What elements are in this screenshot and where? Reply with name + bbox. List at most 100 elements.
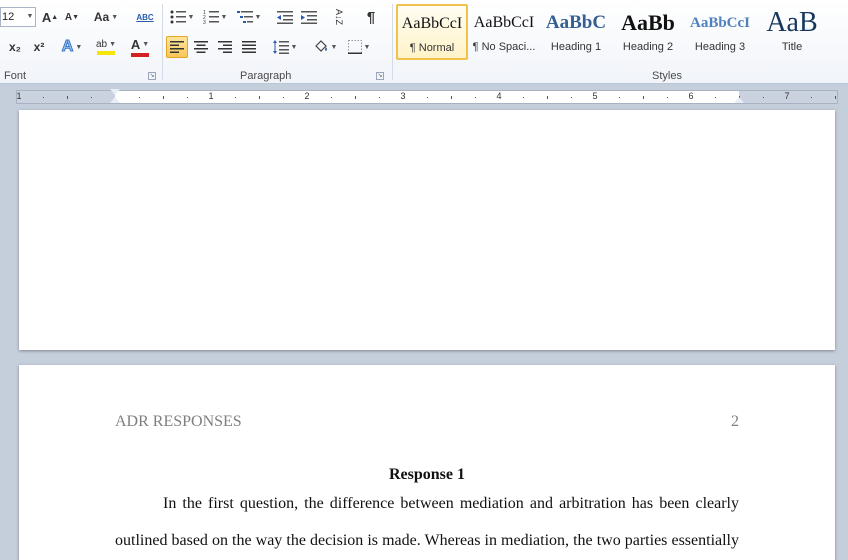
align-right-button[interactable] bbox=[214, 36, 236, 58]
line-spacing-button[interactable]: ▼ bbox=[270, 36, 300, 58]
document-page-1[interactable] bbox=[19, 110, 835, 350]
font-group: 12 ▼ A ▲ A ▼ Aa ▼ ABC x₂ x² A ▼ ab ▼ A ▼… bbox=[0, 0, 160, 84]
clear-formatting-button[interactable]: ABC bbox=[134, 6, 156, 28]
font-size-value: 12 bbox=[2, 11, 15, 23]
borders-button[interactable]: ▼ bbox=[344, 36, 374, 58]
sort-button[interactable]: A↓Z bbox=[328, 6, 350, 28]
highlighter-icon: ab bbox=[95, 39, 108, 50]
decrease-indent-button[interactable] bbox=[274, 6, 296, 28]
horizontal-ruler[interactable]: 1 1 2 3 4 5 6 7 bbox=[16, 89, 838, 104]
change-case-button[interactable]: Aa ▼ bbox=[92, 6, 120, 28]
style-tile[interactable]: AaBbCcI ¶ No Spaci... bbox=[468, 4, 540, 60]
show-hide-marks-button[interactable]: ¶ bbox=[360, 6, 382, 28]
font-dialog-launcher-icon[interactable]: ↘ bbox=[148, 72, 156, 80]
page-number: 2 bbox=[731, 413, 739, 430]
styles-group: AaBbCcI ¶ Normal AaBbCcI ¶ No Spaci... AaBbC… bbox=[394, 0, 848, 84]
font-color-button[interactable]: A ▼ bbox=[124, 36, 156, 58]
style-sample: Ac bbox=[829, 5, 848, 41]
ruler-tick bbox=[43, 97, 44, 98]
style-name: Heading 1 bbox=[550, 41, 602, 53]
group-divider bbox=[392, 4, 393, 80]
ribbon: 12 ▼ A ▲ A ▼ Aa ▼ ABC x₂ x² A ▼ ab ▼ A ▼… bbox=[0, 0, 848, 84]
superscript-icon: x² bbox=[33, 40, 45, 54]
increase-indent-button[interactable] bbox=[298, 6, 320, 28]
style-tile[interactable]: AaB Title bbox=[756, 4, 828, 60]
align-left-button[interactable] bbox=[166, 36, 188, 58]
ruler-number: 1 bbox=[16, 91, 22, 101]
ruler-tick bbox=[715, 97, 716, 98]
numbered-list-icon: 123 bbox=[203, 10, 219, 24]
style-name: Heading 3 bbox=[694, 41, 746, 53]
style-tile[interactable]: AaBbCcI Heading 3 bbox=[684, 4, 756, 60]
pilcrow-icon: ¶ bbox=[366, 8, 376, 26]
subscript-button[interactable]: x₂ bbox=[4, 36, 26, 58]
clear-formatting-icon: ABC bbox=[136, 12, 154, 22]
ruler-number: 7 bbox=[784, 91, 790, 101]
ruler-tick bbox=[451, 96, 452, 99]
ruler-number: 5 bbox=[592, 91, 598, 101]
line-spacing-icon bbox=[272, 40, 289, 54]
style-tile[interactable]: AaBbCcI ¶ Normal bbox=[396, 4, 468, 60]
align-left-icon bbox=[170, 41, 184, 53]
ruler-tick bbox=[427, 97, 428, 98]
body-text-line[interactable]: In the first question, the difference be… bbox=[115, 495, 739, 513]
ruler-number: 6 bbox=[688, 91, 694, 101]
style-name: Title bbox=[781, 41, 803, 53]
subscript-icon: x₂ bbox=[8, 40, 21, 54]
paragraph-dialog-launcher-icon[interactable]: ↘ bbox=[376, 72, 384, 80]
superscript-button[interactable]: x² bbox=[28, 36, 50, 58]
ruler-tick bbox=[667, 97, 668, 98]
font-color-swatch bbox=[131, 53, 149, 57]
ruler-tick bbox=[763, 97, 764, 98]
style-tile[interactable]: AcS bbox=[828, 4, 848, 60]
align-right-icon bbox=[218, 41, 232, 53]
style-sample: AaBb bbox=[621, 10, 675, 35]
style-tile[interactable]: AaBb Heading 2 bbox=[612, 4, 684, 60]
ruler-tick bbox=[259, 96, 260, 99]
font-color-icon: A bbox=[130, 37, 141, 52]
shrink-font-icon: A bbox=[64, 11, 73, 23]
ruler-tick bbox=[523, 97, 524, 98]
grow-font-button[interactable]: A ▲ bbox=[40, 6, 60, 28]
align-center-button[interactable] bbox=[190, 36, 212, 58]
text-effects-icon: A bbox=[61, 38, 74, 56]
response-heading: Response 1 bbox=[388, 466, 465, 483]
right-indent-marker[interactable] bbox=[734, 97, 744, 103]
style-tile[interactable]: AaBbC Heading 1 bbox=[540, 4, 612, 60]
ruler-tick bbox=[331, 97, 332, 98]
style-name: Heading 2 bbox=[622, 41, 674, 53]
change-case-icon: Aa bbox=[93, 10, 110, 24]
shrink-font-button[interactable]: A ▼ bbox=[62, 6, 82, 28]
highlight-button[interactable]: ab ▼ bbox=[90, 36, 122, 58]
align-center-icon bbox=[194, 41, 208, 53]
body-text-line[interactable]: outlined based on the way the decision i… bbox=[115, 532, 739, 550]
hanging-indent-marker[interactable] bbox=[110, 97, 120, 103]
highlight-color-swatch bbox=[97, 51, 115, 55]
chevron-down-icon[interactable]: ▼ bbox=[25, 8, 35, 26]
grow-font-icon: A bbox=[41, 9, 52, 25]
font-size-input[interactable]: 12 ▼ bbox=[0, 7, 36, 27]
numbering-button[interactable]: 1 2 3 ▼ bbox=[200, 6, 230, 28]
justify-icon bbox=[242, 41, 256, 53]
multilevel-list-button[interactable]: ▼ bbox=[234, 6, 264, 28]
ruler-tick bbox=[547, 96, 548, 99]
shading-button[interactable]: ▼ bbox=[310, 36, 340, 58]
style-sample: AaB bbox=[766, 7, 818, 38]
first-line-indent-marker[interactable] bbox=[110, 89, 120, 95]
ruler-tick bbox=[139, 97, 140, 98]
ruler-tick bbox=[187, 97, 188, 98]
style-sample: AaBbC bbox=[545, 12, 607, 33]
ruler-tick bbox=[571, 97, 572, 98]
justify-button[interactable] bbox=[238, 36, 260, 58]
ruler-tick bbox=[91, 97, 92, 98]
increase-indent-icon bbox=[301, 11, 317, 24]
ruler-tick bbox=[811, 97, 812, 98]
bullets-button[interactable]: ▼ bbox=[168, 6, 196, 28]
ruler-left-margin bbox=[17, 91, 115, 103]
ruler-tick bbox=[379, 97, 380, 98]
document-page-2[interactable]: ADR RESPONSES 2 Response 1 In the first … bbox=[19, 365, 835, 560]
font-group-label: Font bbox=[4, 70, 27, 82]
borders-icon bbox=[347, 40, 362, 54]
text-effects-button[interactable]: A ▼ bbox=[58, 36, 86, 58]
ruler-tick bbox=[475, 97, 476, 98]
